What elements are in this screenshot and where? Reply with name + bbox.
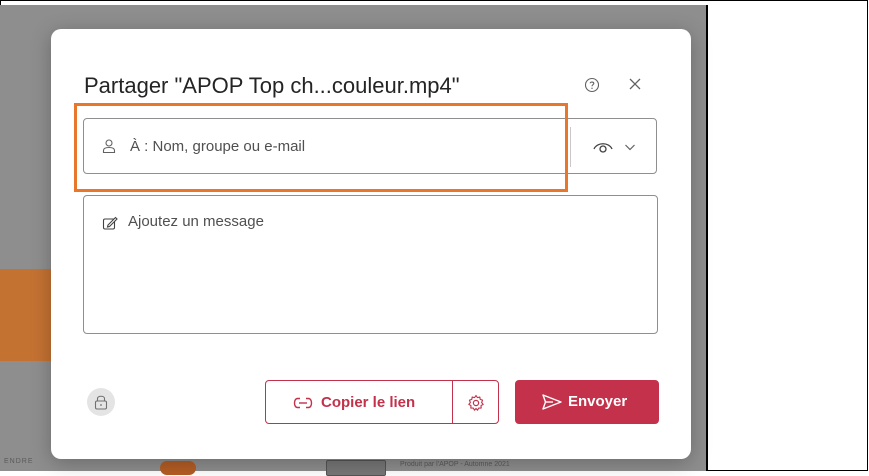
send-icon [542,394,562,410]
permission-divider [570,127,571,167]
highlight-annotation [74,103,568,192]
message-placeholder: Ajoutez un message [128,213,264,230]
chevron-down-icon [625,144,635,151]
link-icon [293,397,313,409]
copy-link-label: Copier le lien [321,394,416,411]
pen-icon [102,216,118,230]
background-credit-text: Produit par l'APOP - Automne 2021 [400,461,510,468]
background-badge [160,461,196,475]
background-footer-text: ENDRE [4,458,34,465]
share-dialog: Partager "APOP Top ch...couleur.mp4" À:… [51,29,691,459]
eye-icon [593,143,613,153]
background-cc-logo [326,460,386,476]
link-settings-button[interactable] [452,380,499,424]
message-field[interactable]: Ajoutez un message [83,195,658,334]
background-orange-block [0,269,52,361]
close-icon[interactable] [626,75,644,93]
lock-icon [94,395,108,410]
link-settings-lock-button[interactable] [87,388,115,416]
send-label: Envoyer [568,393,628,410]
gear-icon [468,394,484,411]
help-icon[interactable] [584,77,600,93]
copy-link-button[interactable]: Copier le lien [265,380,453,424]
permission-dropdown[interactable] [580,133,650,161]
dialog-title: Partager "APOP Top ch...couleur.mp4" [84,73,460,98]
send-button[interactable]: Envoyer [515,380,659,424]
